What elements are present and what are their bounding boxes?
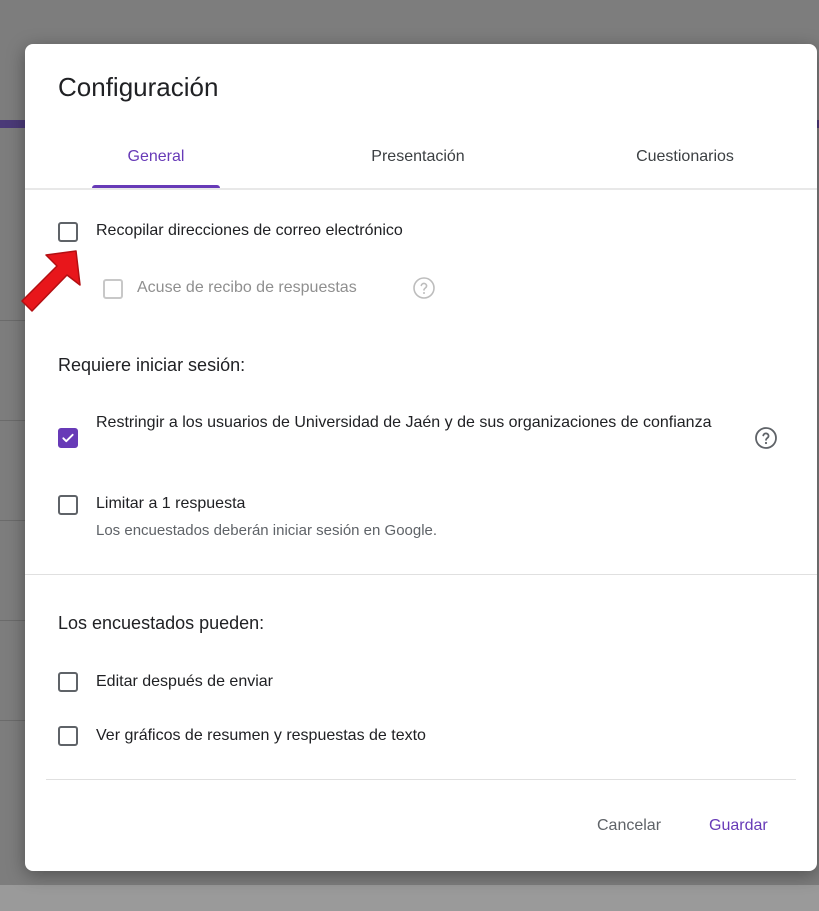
limit-one-response-label: Limitar a 1 respuesta [96, 495, 246, 512]
settings-dialog: Configuración General Presentación Cuest… [25, 44, 817, 871]
dialog-title: Configuración [58, 72, 219, 102]
see-summary-checkbox[interactable] [58, 726, 78, 746]
restrict-users-checkbox[interactable] [58, 428, 78, 448]
help-circle-icon[interactable] [754, 426, 778, 450]
collect-emails-label: Recopilar direcciones de correo electrón… [96, 222, 403, 239]
response-receipts-checkbox[interactable] [103, 279, 123, 299]
respondents-heading: Los encuestados pueden: [58, 613, 265, 633]
edit-after-submit-checkbox[interactable] [58, 672, 78, 692]
limit-one-response-checkbox[interactable] [58, 495, 78, 515]
tab-presentation[interactable]: Presentación [343, 140, 493, 188]
red-arrow-annotation-icon [21, 250, 81, 312]
cancel-button[interactable]: Cancelar [597, 817, 661, 835]
tab-bar: General Presentación Cuestionarios [25, 140, 817, 188]
edit-after-submit-label: Editar después de enviar [96, 673, 273, 690]
background-footer [0, 885, 819, 911]
response-receipts-label: Acuse de recibo de respuestas [137, 279, 357, 296]
tab-general[interactable]: General [92, 140, 220, 188]
restrict-users-label: Restringir a los usuarios de Universidad… [96, 414, 712, 431]
tab-quizzes[interactable]: Cuestionarios [605, 140, 765, 188]
check-icon [62, 433, 74, 443]
see-summary-label: Ver gráficos de resumen y respuestas de … [96, 727, 426, 744]
save-button[interactable]: Guardar [709, 817, 768, 835]
limit-one-response-sublabel: Los encuestados deberán iniciar sesión e… [96, 522, 438, 539]
collect-emails-checkbox[interactable] [58, 222, 78, 242]
footer-divider [46, 779, 796, 780]
tabs-divider [25, 188, 817, 190]
section-divider [25, 574, 817, 575]
sign-in-heading: Requiere iniciar sesión: [58, 355, 246, 375]
help-circle-icon[interactable] [412, 276, 436, 300]
